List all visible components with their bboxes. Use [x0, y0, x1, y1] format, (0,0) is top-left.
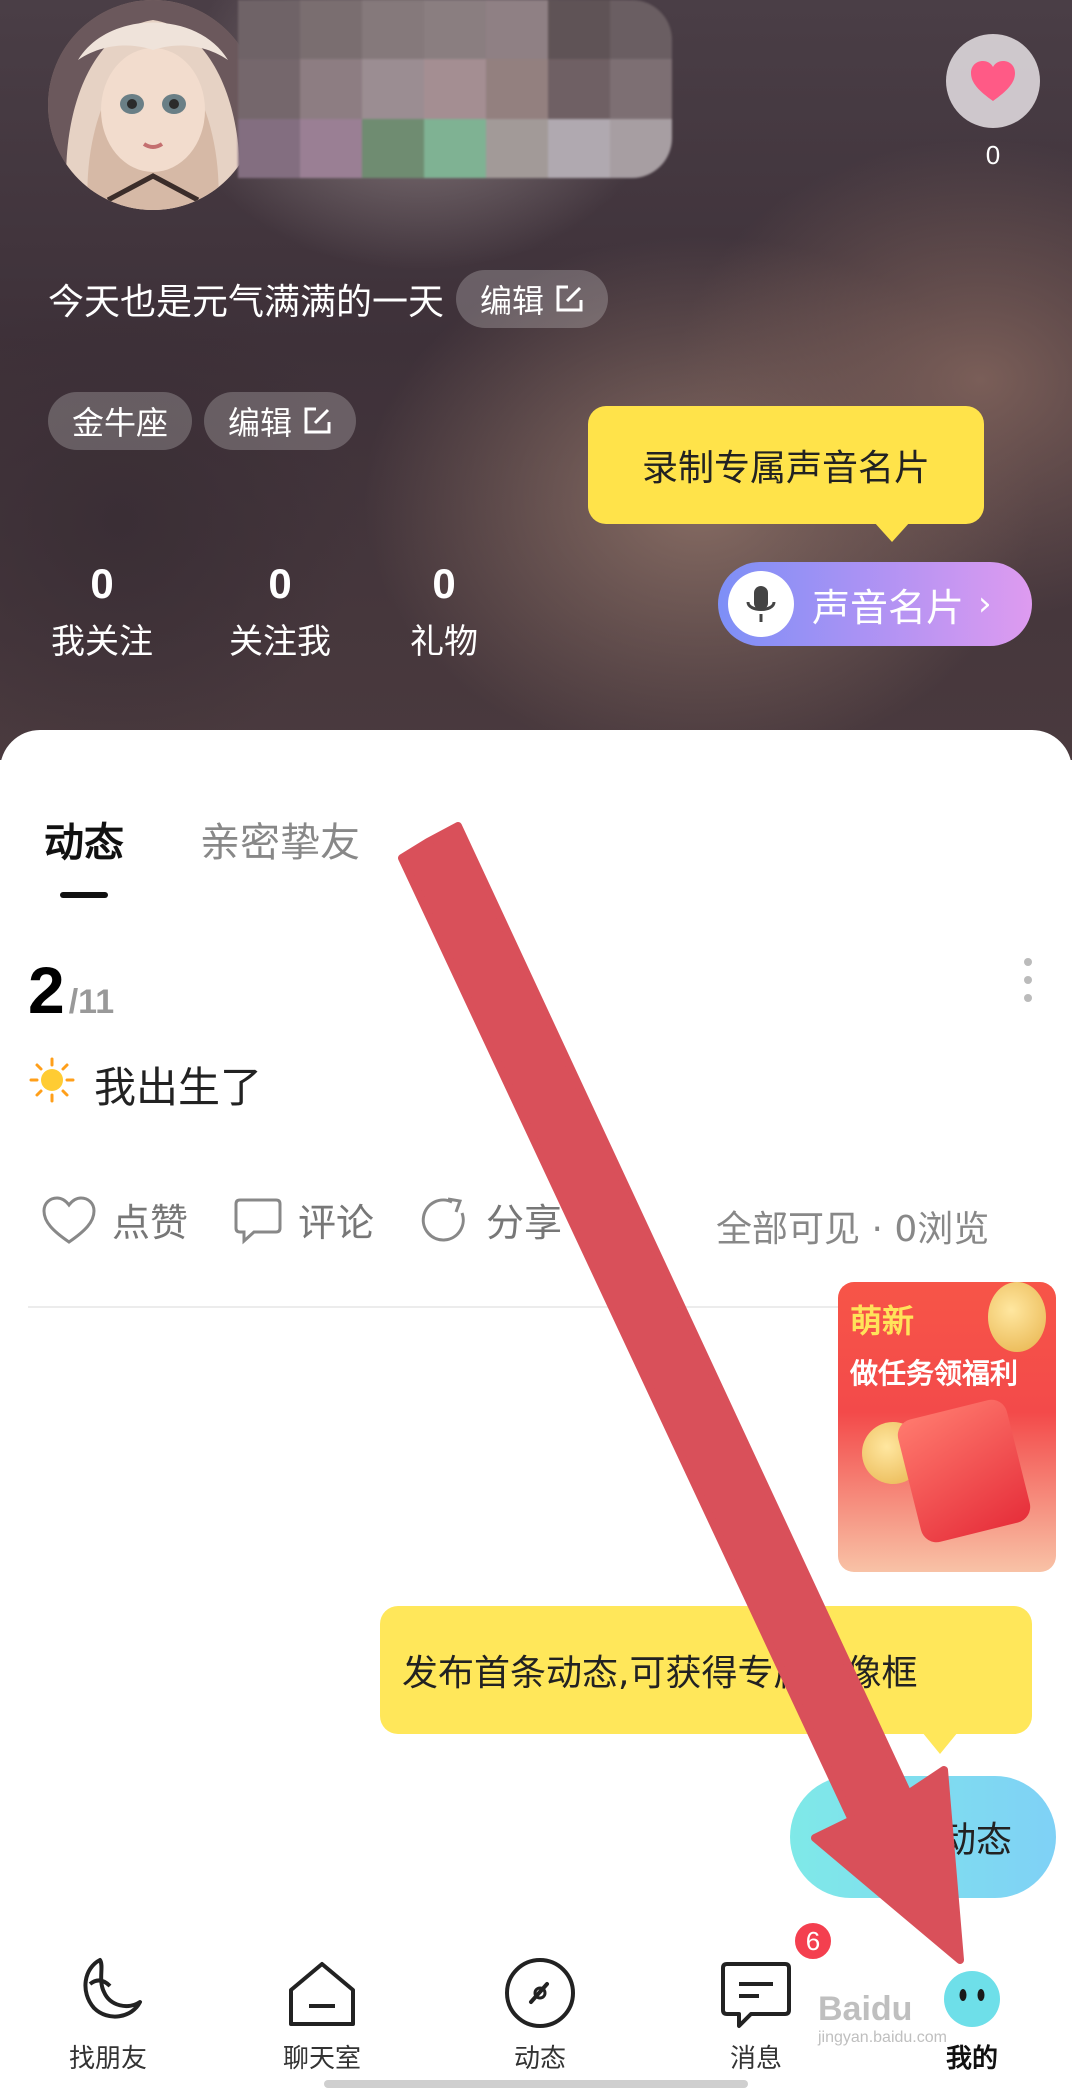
- post-month: /11: [68, 983, 115, 1021]
- name-mosaic: [238, 0, 672, 178]
- publish-tooltip-text: 发布首条动态,可获得专属头像框: [402, 1653, 918, 1694]
- house-icon: [289, 1962, 355, 2026]
- nav-label: 找朋友: [68, 2044, 147, 2074]
- publish-tooltip: 发布首条动态,可获得专属头像框: [380, 1606, 1032, 1754]
- stat-label: 我关注: [51, 622, 153, 662]
- tags-edit-label: 编辑: [228, 404, 293, 442]
- like-action[interactable]: 点赞: [40, 1192, 188, 1247]
- promo-title: 萌新: [850, 1302, 915, 1340]
- nav-label: 消息: [729, 2044, 782, 2074]
- content-card: 动态 亲密挚友 2 /11 我出生了 点赞 评论 分享 全部可见 · 0浏览 萌…: [0, 730, 1072, 2092]
- baidu-watermark: Baidu jingyan.baidu.com: [818, 1990, 947, 2047]
- active-tab-indicator: [60, 892, 108, 898]
- post-date: 2 /11: [28, 952, 114, 1028]
- promo-subtitle: 做任务领福利: [850, 1357, 1019, 1390]
- heart-icon: [971, 61, 1015, 101]
- publish-moment-button[interactable]: 动态: [790, 1776, 1056, 1898]
- post-day: 2: [28, 953, 65, 1027]
- post-visibility[interactable]: 全部可见 · 0浏览: [716, 1200, 989, 1252]
- like-label: 点赞: [112, 1201, 189, 1245]
- zodiac-tag[interactable]: 金牛座: [48, 392, 193, 450]
- nav-chatroom[interactable]: 聊天室: [252, 1948, 392, 2075]
- zodiac-label: 金牛座: [72, 404, 169, 442]
- comment-action[interactable]: 评论: [232, 1192, 374, 1247]
- chevron-right-icon: ›: [978, 584, 992, 624]
- nav-messages[interactable]: 消息: [686, 1948, 826, 2075]
- post-actions: 点赞 评论 分享: [40, 1192, 606, 1247]
- post-content: 我出生了: [28, 1054, 262, 1115]
- stat-following[interactable]: 0 我关注: [2, 560, 202, 663]
- nav-label: 聊天室: [282, 2044, 361, 2074]
- like-count: 0: [985, 140, 1001, 170]
- nav-find-friends[interactable]: 找朋友: [38, 1948, 178, 2075]
- home-indicator[interactable]: [324, 2080, 748, 2088]
- more-options-icon[interactable]: [1016, 958, 1040, 1014]
- voice-card-button[interactable]: 声音名片 ›: [718, 562, 1032, 646]
- heart-outline-icon: [42, 1195, 96, 1244]
- tab-close-friends[interactable]: 亲密挚友: [200, 810, 360, 868]
- stat-value: 0: [432, 560, 456, 607]
- avatar[interactable]: [48, 0, 258, 210]
- nav-label: 动态: [513, 2044, 566, 2074]
- red-envelope-icon: [894, 1396, 1034, 1546]
- share-action[interactable]: 分享: [418, 1192, 562, 1247]
- bio-text: 今天也是元气满满的一天: [48, 282, 445, 323]
- publish-button-label: 动态: [939, 1820, 1012, 1861]
- bio-edit-button[interactable]: 编辑: [456, 270, 609, 328]
- like-button[interactable]: [946, 34, 1040, 128]
- watermark-main: Baidu: [818, 1990, 913, 2028]
- microphone-icon: [728, 571, 794, 637]
- profile-tags: 金牛座 编辑: [48, 392, 357, 450]
- tags-edit-button[interactable]: 编辑: [204, 392, 357, 450]
- message-icon: [721, 1962, 791, 2028]
- coin-icon: [988, 1282, 1046, 1352]
- nav-moments[interactable]: 动态: [470, 1948, 610, 2075]
- newbie-task-banner[interactable]: 萌新 做任务领福利: [838, 1282, 1056, 1572]
- compass-icon: [505, 1958, 575, 2028]
- sun-icon: [28, 1056, 76, 1114]
- bio-edit-label: 编辑: [480, 282, 545, 320]
- edit-icon: [556, 285, 583, 312]
- edit-icon: [304, 407, 331, 434]
- comment-icon: [234, 1198, 282, 1244]
- moon-icon: [83, 1958, 142, 2019]
- stat-gifts[interactable]: 0 礼物: [344, 560, 544, 663]
- voice-card-tooltip: 录制专属声音名片: [588, 406, 984, 542]
- tab-moments[interactable]: 动态: [44, 810, 124, 868]
- voice-card-label: 声音名片: [812, 585, 965, 630]
- bio: 今天也是元气满满的一天 编辑: [48, 270, 609, 328]
- share-icon: [421, 1197, 465, 1241]
- message-badge: 6: [792, 1920, 834, 1962]
- stat-label: 礼物: [410, 622, 478, 662]
- post-text: 我出生了: [94, 1063, 263, 1112]
- smiley-icon: [944, 1971, 1000, 2027]
- profile-header: 0 今天也是元气满满的一天 编辑 金牛座 编辑 录制专属声音名片 声音名片 › …: [0, 0, 1072, 760]
- comment-label: 评论: [298, 1201, 375, 1245]
- voice-card-tooltip-text: 录制专属声音名片: [641, 448, 930, 489]
- watermark-sub: jingyan.baidu.com: [818, 2029, 947, 2046]
- stat-value: 0: [90, 560, 114, 607]
- share-label: 分享: [486, 1201, 563, 1245]
